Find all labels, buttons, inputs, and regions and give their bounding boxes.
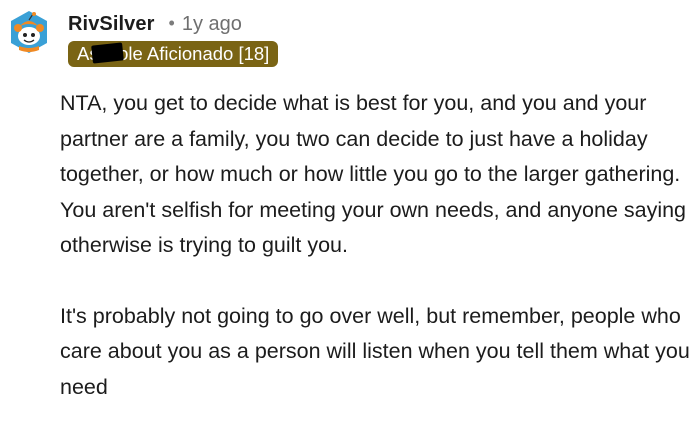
author-username[interactable]: RivSilver xyxy=(68,13,155,36)
comment-paragraph: It's probably not going to go over well,… xyxy=(60,303,690,399)
comment-body: NTA, you get to decide what is best for … xyxy=(60,86,690,405)
comment-paragraph: NTA, you get to decide what is best for … xyxy=(60,91,687,257)
comment: RivSilver • 1y ago Asshole Aficionado [1… xyxy=(0,0,700,427)
redaction-mark xyxy=(91,42,124,64)
user-flair: Asshole Aficionado [18] xyxy=(68,41,279,67)
meta-separator: • xyxy=(168,12,175,33)
timestamp[interactable]: 1y ago xyxy=(182,13,242,36)
comment-meta: RivSilver • 1y ago xyxy=(68,10,242,38)
user-avatar-icon[interactable] xyxy=(9,10,49,54)
